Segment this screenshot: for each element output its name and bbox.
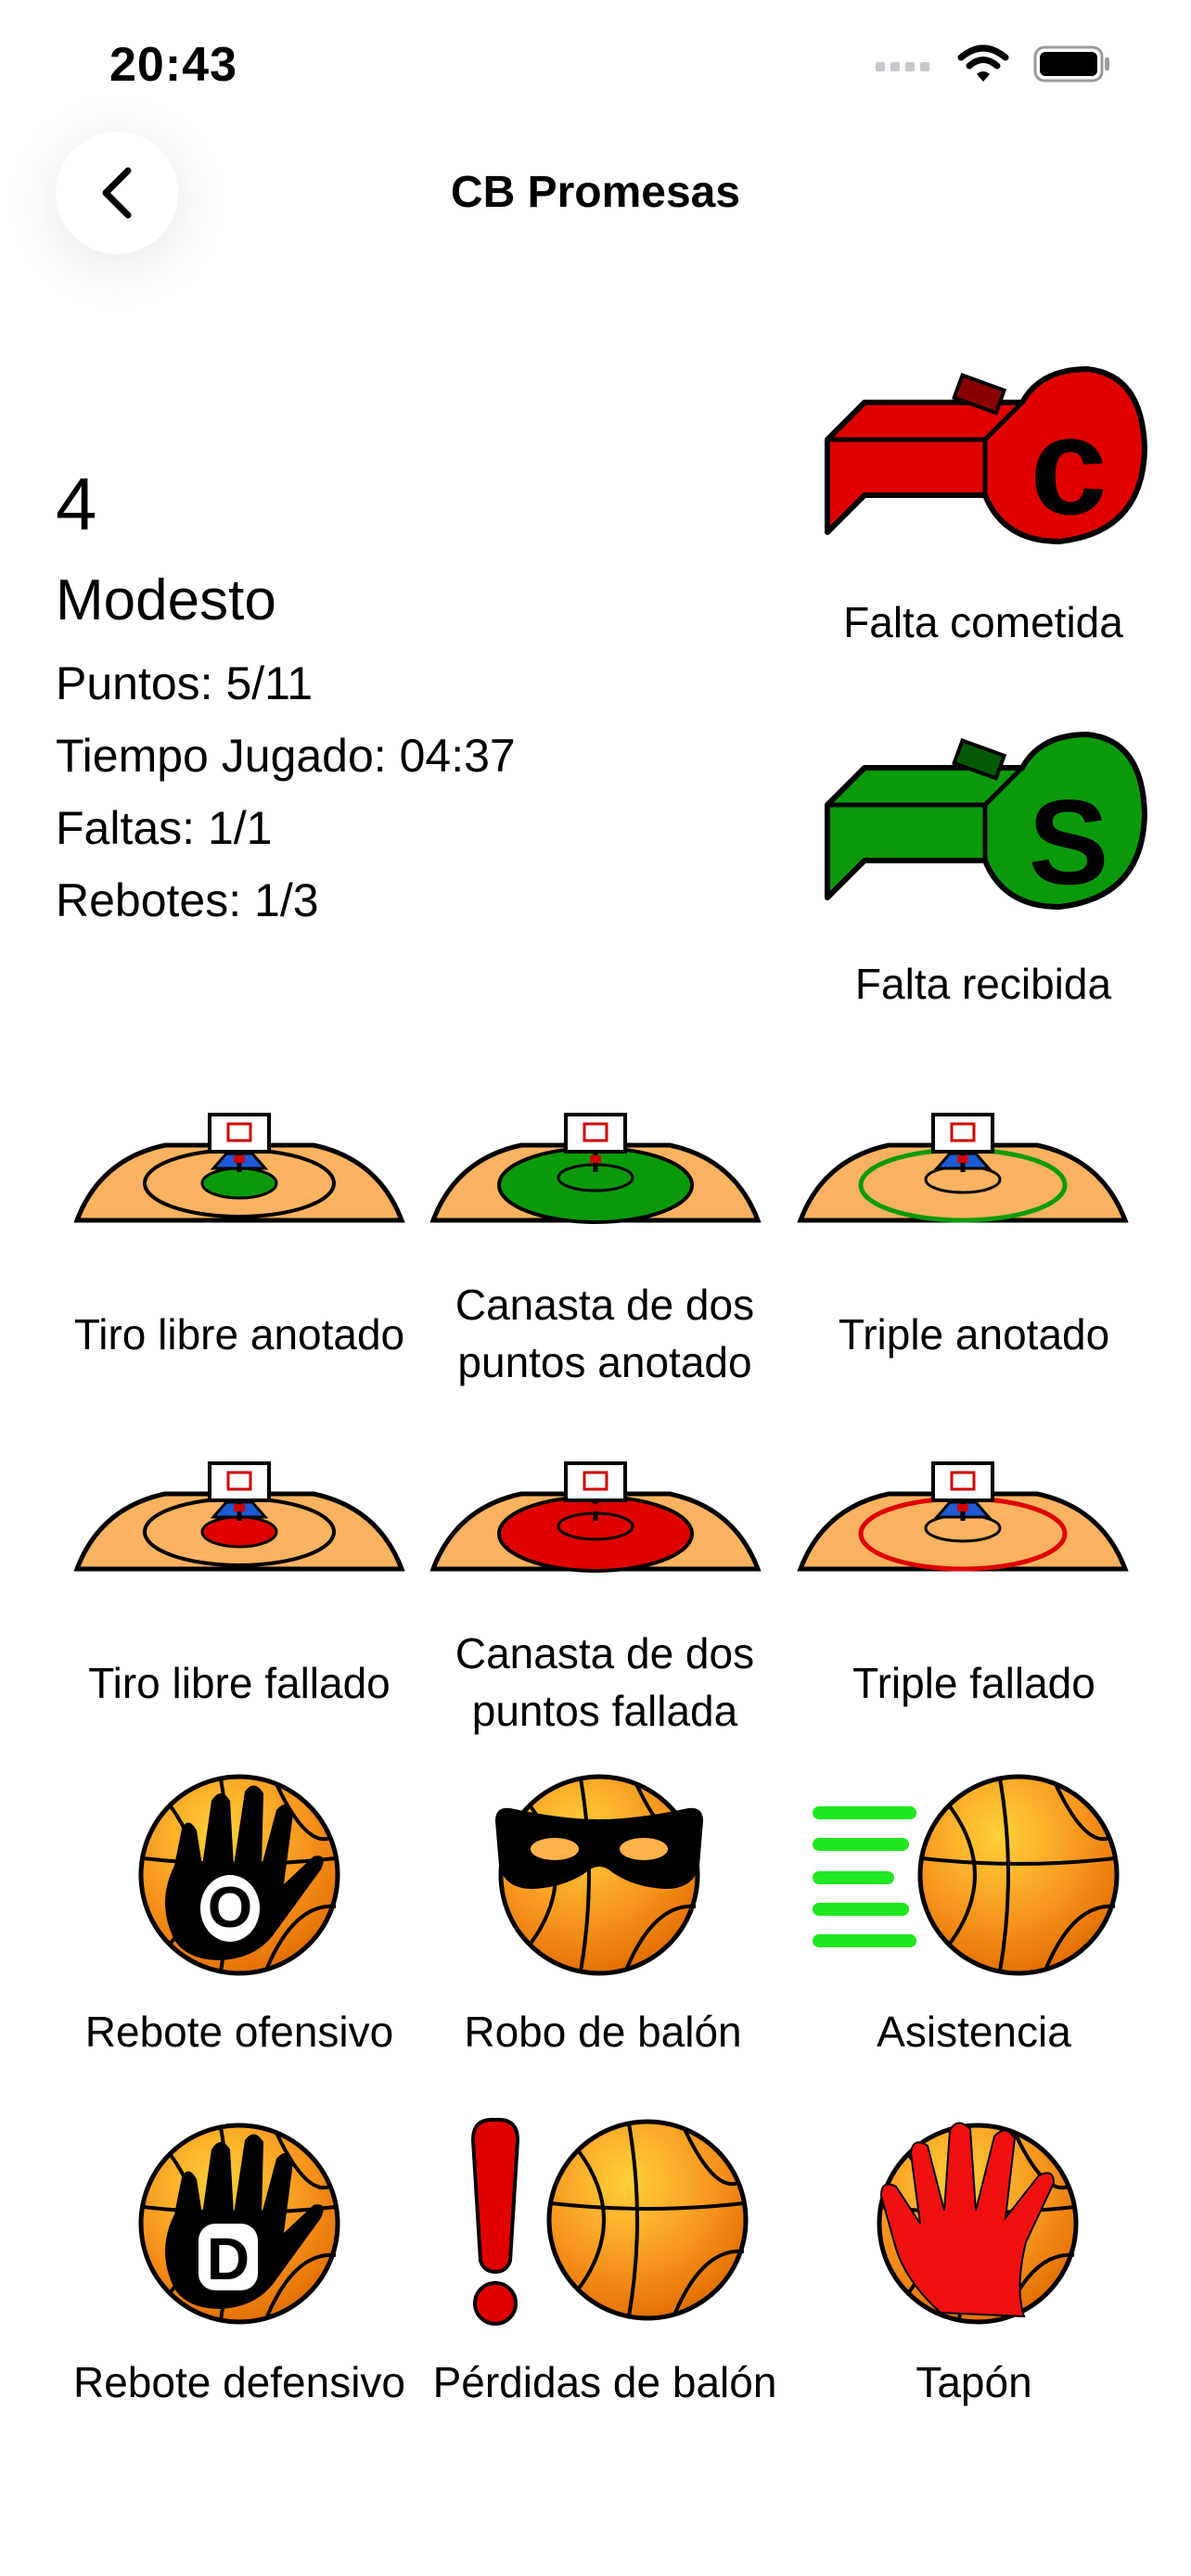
court-two-points-missed-icon bbox=[429, 1443, 762, 1573]
foul-received-label: Falta recibida bbox=[854, 960, 1112, 1008]
court-three-points-made-icon bbox=[796, 1094, 1130, 1223]
block-button[interactable] bbox=[874, 2120, 1082, 2332]
three-points-missed-label: Triple fallado bbox=[852, 1659, 1095, 1707]
player-number: 4 bbox=[56, 463, 97, 545]
steal-icon bbox=[495, 1771, 703, 1979]
free-throw-made-button[interactable] bbox=[72, 1094, 406, 1266]
three-points-made-button[interactable] bbox=[796, 1094, 1130, 1266]
two-points-made-label: Canasta de dos puntos anotado bbox=[455, 1281, 755, 1386]
steal-label: Robo de balón bbox=[464, 2008, 742, 2056]
court-two-points-made-icon bbox=[429, 1094, 762, 1224]
assist-label: Asistencia bbox=[877, 2008, 1071, 2056]
offensive-rebound-button[interactable]: O bbox=[135, 1771, 343, 1983]
free-throw-missed-label: Tiro libre fallado bbox=[88, 1659, 391, 1707]
svg-text:S: S bbox=[1029, 774, 1109, 910]
block-icon bbox=[874, 2122, 1082, 2327]
block-label: Tapón bbox=[916, 2358, 1032, 2406]
defensive-letter: D bbox=[207, 2225, 250, 2292]
stat-rebounds: Rebotes: 1/3 bbox=[56, 874, 319, 926]
foul-received-button[interactable]: S bbox=[818, 721, 1152, 930]
turnover-button[interactable] bbox=[453, 2112, 759, 2332]
status-icons bbox=[876, 45, 1111, 83]
steal-button[interactable] bbox=[495, 1771, 703, 1983]
status-time: 20:43 bbox=[109, 38, 237, 92]
offensive-letter: O bbox=[208, 1876, 252, 1940]
free-throw-made-label: Tiro libre anotado bbox=[73, 1310, 405, 1358]
svg-text:c: c bbox=[1030, 388, 1107, 543]
player-name: Modesto bbox=[56, 568, 276, 632]
turnover-icon bbox=[470, 2117, 759, 2326]
cellular-signal-icon bbox=[876, 62, 929, 71]
court-free-throw-missed-icon bbox=[72, 1443, 406, 1610]
two-points-missed-button[interactable] bbox=[429, 1443, 762, 1614]
whistle-green-icon: S bbox=[825, 732, 1147, 910]
stat-points: Puntos: 5/11 bbox=[56, 657, 314, 709]
foul-committed-label: Falta cometida bbox=[843, 598, 1123, 646]
defensive-rebound-label: Rebote defensivo bbox=[72, 2358, 406, 2406]
stat-time-played: Tiempo Jugado: 04:37 bbox=[56, 730, 516, 782]
defensive-rebound-icon: D bbox=[135, 2120, 343, 2327]
stat-fouls: Faltas: 1/1 bbox=[56, 802, 273, 854]
foul-committed-button[interactable]: c bbox=[818, 356, 1152, 565]
page-title: CB Promesas bbox=[450, 168, 741, 217]
free-throw-missed-button[interactable] bbox=[72, 1443, 406, 1614]
two-points-missed-label: Canasta de dos puntos fallada bbox=[455, 1629, 755, 1735]
turnover-label: Pérdidas de balón bbox=[432, 2358, 777, 2406]
defensive-rebound-button[interactable]: D bbox=[135, 2120, 343, 2332]
offensive-rebound-label: Rebote ofensivo bbox=[84, 2008, 394, 2056]
three-points-made-label: Triple anotado bbox=[838, 1310, 1110, 1358]
assist-icon bbox=[813, 1771, 1124, 1979]
court-free-throw-made-icon bbox=[72, 1094, 406, 1261]
court-three-points-missed-icon bbox=[796, 1443, 1130, 1572]
offensive-rebound-icon: O bbox=[135, 1771, 343, 1979]
two-points-made-button[interactable] bbox=[429, 1094, 762, 1266]
assist-button[interactable] bbox=[809, 1771, 1124, 1983]
battery-icon bbox=[1033, 45, 1109, 83]
whistle-red-icon: c bbox=[825, 366, 1147, 544]
wifi-icon bbox=[957, 45, 1009, 82]
three-points-missed-button[interactable] bbox=[796, 1443, 1130, 1614]
